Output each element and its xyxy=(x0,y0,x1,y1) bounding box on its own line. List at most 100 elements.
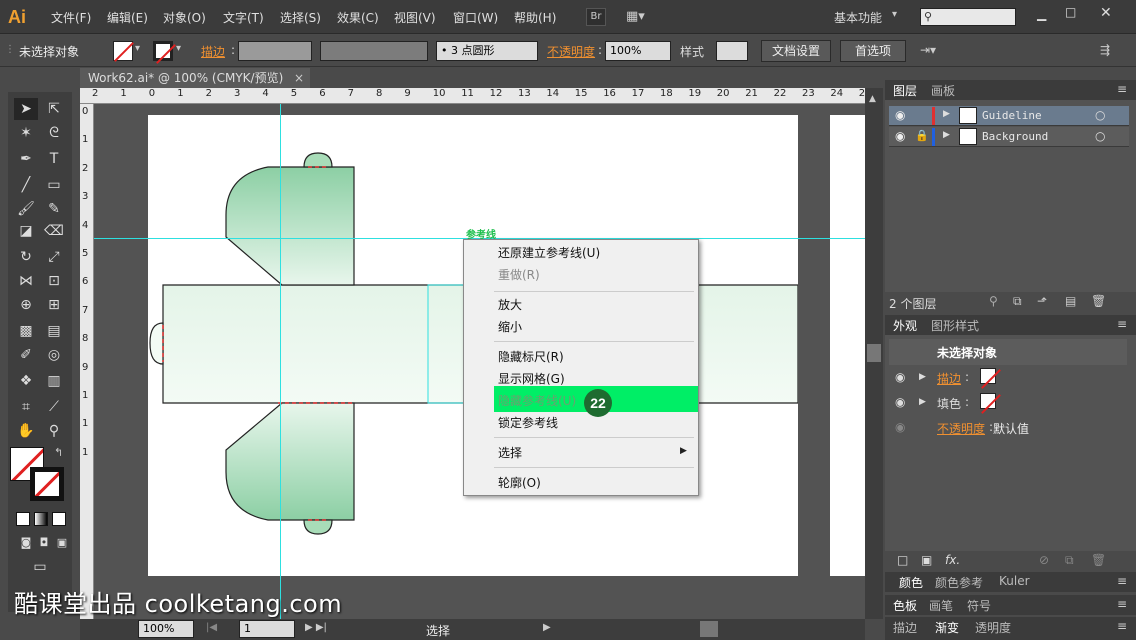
eyedropper-tool-icon[interactable]: ✐ xyxy=(14,344,38,366)
preferences-button[interactable]: 首选项 xyxy=(840,40,906,62)
delete-item-icon[interactable]: 🗑 xyxy=(1091,553,1106,567)
search-input[interactable]: ⚲ xyxy=(920,8,1016,26)
context-menu-item[interactable]: 隐藏标尺(R) xyxy=(498,348,564,365)
maximize-icon[interactable]: □ xyxy=(1065,5,1076,19)
expand-arrow-icon[interactable]: ▶ xyxy=(919,372,926,382)
swap-colors-icon[interactable]: ↰ xyxy=(54,446,63,459)
document-tab[interactable]: Work62.ai* @ 100% (CMYK/预览) × xyxy=(80,68,310,88)
tab-color-guide[interactable]: 颜色参考 xyxy=(935,574,983,591)
arrange-documents-icon[interactable]: ▦▾ xyxy=(626,9,652,25)
stroke-swatch[interactable] xyxy=(153,41,173,61)
panel-menu-icon[interactable]: ≡ xyxy=(1117,317,1127,331)
target-icon[interactable]: ○ xyxy=(1095,108,1105,122)
artboard-tool-icon[interactable]: ⌗ xyxy=(14,396,38,418)
panel-menu-icon[interactable]: ≡ xyxy=(1117,82,1127,96)
stroke-weight-select[interactable] xyxy=(238,41,312,61)
draw-inside-icon[interactable]: ▣ xyxy=(50,532,74,554)
scale-tool-icon[interactable]: ⤢ xyxy=(42,246,66,268)
eye-icon[interactable]: ◉ xyxy=(895,370,905,384)
tab-kuler[interactable]: Kuler xyxy=(999,574,1030,588)
context-menu-item[interactable]: 缩小 xyxy=(498,318,522,335)
expand-arrow-icon[interactable]: ▶ xyxy=(919,397,926,407)
vertical-ruler[interactable]: 0 1 2 3 4 5 6 7 8 9 1 1 1 xyxy=(80,104,94,619)
layer-name[interactable]: Background xyxy=(982,130,1048,143)
stroke-color-box[interactable] xyxy=(30,467,64,501)
rotate-tool-icon[interactable]: ↻ xyxy=(14,246,38,268)
panel-menu-icon[interactable]: ≡ xyxy=(1117,597,1127,611)
appearance-fill-swatch[interactable] xyxy=(980,393,996,409)
layer-row-background[interactable]: ◉ 🔒 ▶ Background ○ xyxy=(889,127,1129,147)
eraser-tool-icon[interactable]: ⌫ xyxy=(42,220,66,242)
tab-symbols[interactable]: 符号 xyxy=(967,597,991,614)
opacity-label-link[interactable]: 不透明度 xyxy=(547,43,595,60)
opacity-input[interactable]: 100% xyxy=(605,41,671,61)
fill-swatch[interactable] xyxy=(113,41,133,61)
menu-view[interactable]: 视图(V) xyxy=(394,9,436,26)
none-mode-icon[interactable] xyxy=(52,512,66,526)
tab-gradient[interactable]: 渐变 xyxy=(935,619,959,636)
appearance-stroke-link[interactable]: 描边 xyxy=(937,370,961,387)
clip-mask-icon[interactable]: ⧉ xyxy=(1013,294,1022,309)
close-tab-icon[interactable]: × xyxy=(294,68,304,88)
artboard-number-select[interactable]: 1 xyxy=(239,620,295,638)
lasso-tool-icon[interactable]: ᘓ xyxy=(42,122,66,144)
new-layer-icon[interactable]: ▤ xyxy=(1065,294,1076,308)
context-menu-item[interactable]: 还原建立参考线(U) xyxy=(498,244,600,261)
tab-swatches[interactable]: 色板 xyxy=(893,597,917,614)
target-icon[interactable]: ○ xyxy=(1095,129,1105,143)
first-artboard-icon[interactable]: |◀ xyxy=(206,622,217,633)
screen-mode-icon[interactable]: ▭ xyxy=(28,556,52,578)
document-setup-button[interactable]: 文档设置 xyxy=(761,40,831,62)
vertical-scrollbar[interactable]: ▲ xyxy=(865,88,883,619)
eye-icon[interactable]: ◉ xyxy=(895,395,905,409)
color-mode-icon[interactable] xyxy=(16,512,30,526)
tab-color[interactable]: 颜色 xyxy=(899,574,923,591)
pencil-tool-icon[interactable]: ✎ xyxy=(42,198,66,220)
menu-effect[interactable]: 效果(C) xyxy=(337,9,379,26)
paintbrush-tool-icon[interactable]: 🖌 xyxy=(14,198,38,220)
free-transform-tool-icon[interactable]: ⊡ xyxy=(42,270,66,292)
context-menu-item[interactable]: 重做(R) xyxy=(498,266,540,283)
perspective-grid-tool-icon[interactable]: ⊞ xyxy=(42,294,66,316)
panel-menu-icon[interactable]: ≡ xyxy=(1117,574,1127,588)
add-fill-icon[interactable]: ▣ xyxy=(921,553,932,567)
eye-icon[interactable]: ◉ xyxy=(895,420,905,434)
minimize-icon[interactable]: ▁ xyxy=(1037,7,1046,21)
width-tool-icon[interactable]: ⋈ xyxy=(14,270,38,292)
lock-icon[interactable]: 🔒 xyxy=(915,129,929,142)
context-menu-item[interactable]: 隐藏参考线(U) xyxy=(498,392,576,409)
direct-selection-tool-icon[interactable]: ⇱ xyxy=(42,98,66,120)
eye-icon[interactable]: ◉ xyxy=(895,108,905,122)
delete-layer-icon[interactable]: 🗑 xyxy=(1091,294,1106,308)
type-tool-icon[interactable]: T xyxy=(42,148,66,170)
add-effect-icon[interactable]: fx. xyxy=(945,553,960,567)
gradient-mode-icon[interactable] xyxy=(34,512,48,526)
context-menu-item[interactable]: 轮廓(O) xyxy=(498,474,541,491)
tab-layers[interactable]: 图层 xyxy=(893,82,917,99)
new-sublayer-icon[interactable]: ⬏ xyxy=(1037,294,1047,308)
horizontal-scroll-thumb[interactable] xyxy=(700,621,718,637)
next-artboard-icon[interactable]: ▶ ▶| xyxy=(305,622,327,633)
line-tool-icon[interactable]: ╱ xyxy=(14,174,38,196)
panel-menu-icon[interactable]: ⇶ xyxy=(1100,43,1110,57)
vertical-guide[interactable] xyxy=(280,104,281,619)
add-stroke-icon[interactable]: □ xyxy=(897,553,908,567)
blob-brush-tool-icon[interactable]: ◪ xyxy=(14,220,38,242)
layer-row-guideline[interactable]: ◉ ▶ Guideline ○ xyxy=(889,106,1129,126)
clear-appearance-icon[interactable]: ⊘ xyxy=(1039,553,1049,567)
menu-object[interactable]: 对象(O) xyxy=(163,9,206,26)
tab-appearance[interactable]: 外观 xyxy=(893,317,917,334)
tab-artboards[interactable]: 画板 xyxy=(931,82,955,99)
status-menu-icon[interactable]: ▶ xyxy=(543,622,551,633)
selection-tool-icon[interactable]: ➤ xyxy=(14,98,38,120)
slice-tool-icon[interactable]: ⟋ xyxy=(42,396,66,418)
panel-menu-icon[interactable]: ≡ xyxy=(1117,619,1127,633)
menu-file[interactable]: 文件(F) xyxy=(51,9,91,26)
pen-tool-icon[interactable]: ✒ xyxy=(14,148,38,170)
brush-select[interactable]: • 3 点圆形 xyxy=(436,41,538,61)
workspace-switcher[interactable]: 基本功能 xyxy=(834,9,882,26)
symbol-sprayer-tool-icon[interactable]: ❖ xyxy=(14,370,38,392)
menu-select[interactable]: 选择(S) xyxy=(280,9,321,26)
variable-width-select[interactable] xyxy=(320,41,428,61)
bridge-button[interactable]: Br xyxy=(586,8,606,26)
